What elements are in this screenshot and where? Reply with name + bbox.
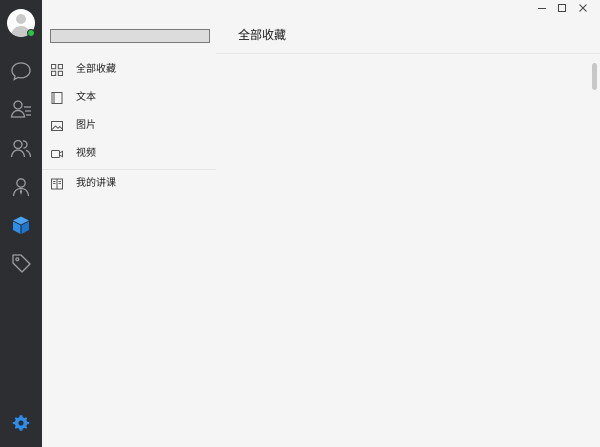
- image-icon: [51, 121, 63, 131]
- favorites-nav-panel: 全部收藏 文本 图片 视频 我的讲课: [42, 0, 216, 447]
- nav-item-videos[interactable]: 视频: [42, 142, 216, 166]
- video-icon: [51, 150, 63, 158]
- nav-item-my-lectures[interactable]: 我的讲课: [42, 172, 216, 196]
- minimize-icon[interactable]: [531, 0, 553, 16]
- nav-divider: [42, 169, 216, 170]
- content-area: 全部收藏: [216, 0, 600, 447]
- nav-item-text[interactable]: 文本: [42, 86, 216, 110]
- favorites-cube-icon[interactable]: [9, 213, 33, 237]
- header-divider: [216, 53, 600, 54]
- search-input[interactable]: [50, 29, 210, 43]
- close-icon[interactable]: [572, 0, 594, 16]
- tag-icon[interactable]: [9, 251, 33, 275]
- book-icon: [51, 92, 63, 104]
- scrollbar[interactable]: [592, 63, 597, 90]
- nav-item-label: 全部收藏: [76, 64, 116, 75]
- nav-item-images[interactable]: 图片: [42, 114, 216, 138]
- contacts-icon[interactable]: [9, 97, 33, 121]
- chat-icon[interactable]: [9, 59, 33, 83]
- nav-item-label: 文本: [76, 92, 96, 103]
- grid-icon: [51, 64, 63, 76]
- profile-icon[interactable]: [9, 175, 33, 199]
- nav-item-label: 图片: [76, 120, 96, 131]
- gear-icon[interactable]: [9, 411, 33, 435]
- left-rail: [0, 0, 42, 447]
- online-status-icon: [27, 29, 35, 37]
- page-title: 全部收藏: [238, 28, 287, 42]
- nav-item-label: 视频: [76, 148, 96, 159]
- group-icon[interactable]: [9, 136, 33, 160]
- nav-item-label: 我的讲课: [76, 178, 116, 189]
- nav-item-all-favorites[interactable]: 全部收藏: [42, 58, 216, 82]
- maximize-icon[interactable]: [551, 0, 573, 16]
- lecture-icon: [51, 178, 63, 190]
